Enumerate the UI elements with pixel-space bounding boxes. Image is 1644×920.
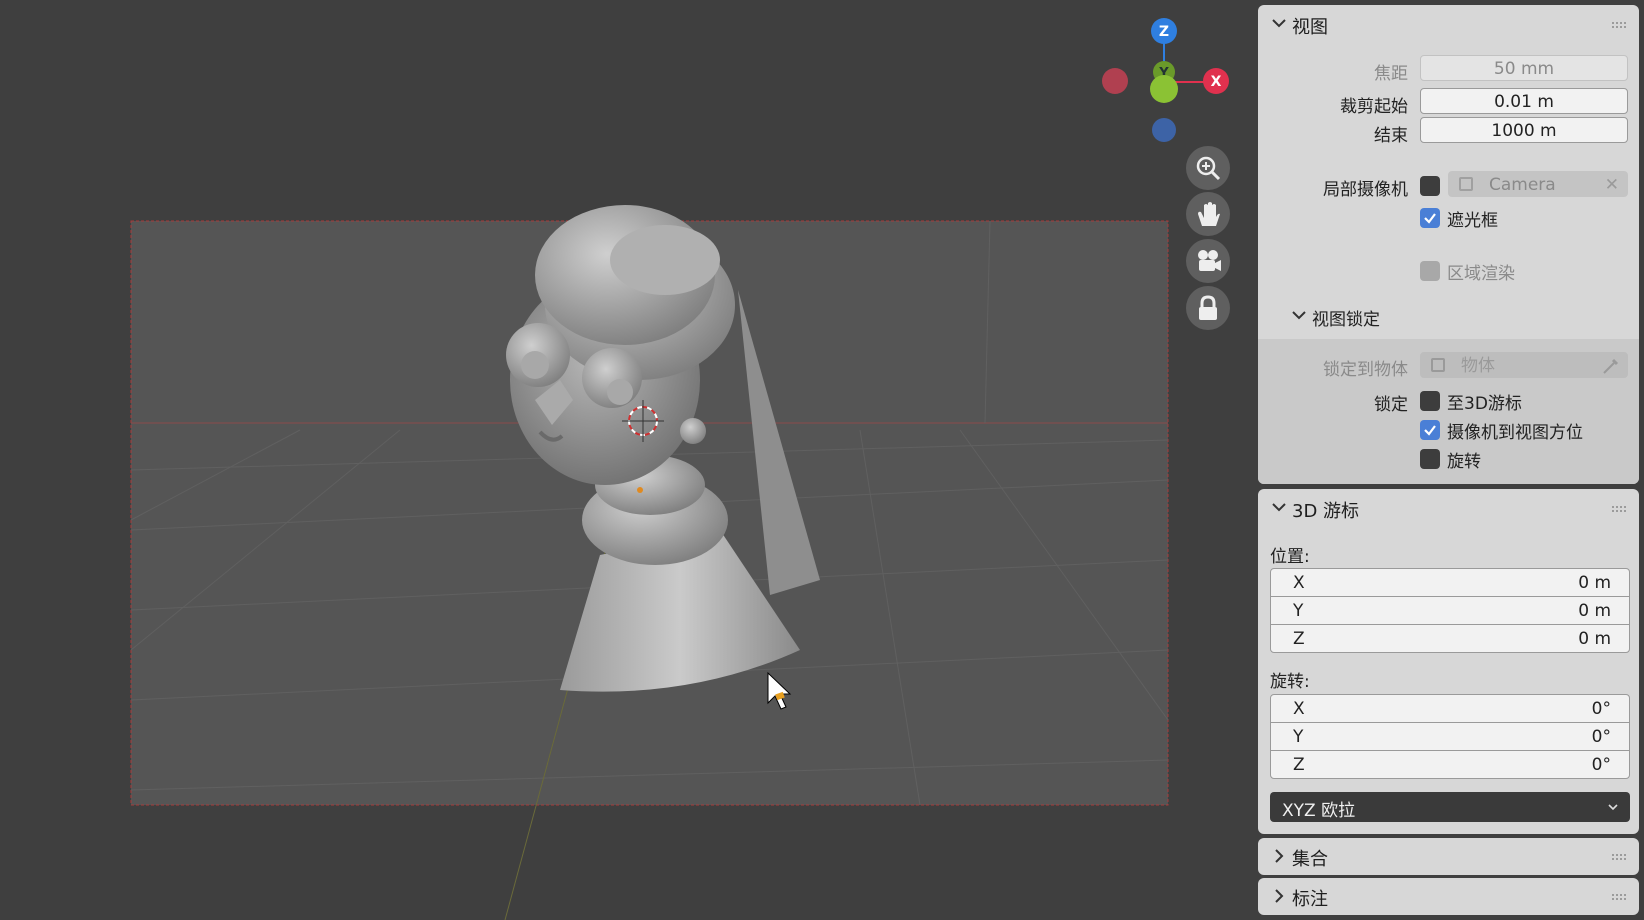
3d-cursor-panel-header[interactable]: 3D 游标: [1258, 489, 1639, 527]
axis-label: X: [1293, 573, 1305, 593]
axis-label: Z: [1293, 629, 1305, 649]
axis-label: Y: [1293, 727, 1304, 747]
checkmark-icon: [1424, 213, 1436, 224]
focal-length-field[interactable]: 50 mm: [1420, 55, 1628, 81]
chevron-right-icon: [1275, 889, 1284, 903]
camera-object-icon: [1459, 177, 1473, 191]
passepartout-label: 遮光框: [1447, 211, 1498, 231]
rotation-label: 旋转:: [1270, 672, 1310, 692]
collection-panel-title: 集合: [1292, 849, 1328, 870]
rotation-y-field[interactable]: Y 0°: [1270, 722, 1630, 751]
3d-cursor-panel: 3D 游标 位置: X 0 m Y 0 m Z 0 m 旋转: X 0° Y 0…: [1258, 489, 1639, 834]
lock-to-cursor-label: 至3D游标: [1447, 394, 1522, 414]
chevron-down-icon: [1292, 311, 1306, 320]
clip-start-field[interactable]: 0.01 m: [1420, 88, 1628, 114]
chevron-down-icon: [1608, 804, 1618, 811]
location-x-value: 0 m: [1578, 573, 1611, 593]
drag-grip-icon[interactable]: [1611, 893, 1627, 901]
local-camera-label: 局部摄像机: [1323, 180, 1408, 200]
view-lock-body: 锁定到物体 物体 锁定 至3D游标 摄像机到视图方位 旋转: [1258, 339, 1639, 484]
chevron-down-icon: [1272, 19, 1286, 28]
lock-icon: [1199, 295, 1217, 320]
clear-icon[interactable]: ✕: [1605, 172, 1619, 198]
lock-to-cursor-checkbox[interactable]: [1420, 391, 1440, 411]
zoom-icon: [1196, 156, 1221, 181]
axis-label: Z: [1293, 755, 1305, 775]
axis-label: Y: [1293, 601, 1304, 621]
rotation-x-value: 0°: [1591, 699, 1611, 719]
view-panel-title: 视图: [1292, 17, 1328, 38]
lock-button[interactable]: [1186, 286, 1230, 330]
rotation-mode-dropdown[interactable]: XYZ 欧拉: [1270, 792, 1630, 822]
location-y-value: 0 m: [1578, 601, 1611, 621]
location-label: 位置:: [1270, 547, 1310, 567]
view-panel-header[interactable]: 视图: [1258, 5, 1639, 43]
rotation-y-value: 0°: [1591, 727, 1611, 747]
rotation-mode-value: XYZ 欧拉: [1282, 801, 1356, 821]
focal-length-label: 焦距: [1374, 64, 1408, 84]
sidebar: 视图 焦距 50 mm 裁剪起始 0.01 m 结束 1000 m 局部摄像机 …: [1255, 0, 1644, 920]
rotation-x-field[interactable]: X 0°: [1270, 694, 1630, 723]
checkmark-icon: [1424, 425, 1436, 436]
lock-to-object-label: 锁定到物体: [1323, 360, 1408, 380]
camera-view-icon: [1198, 250, 1221, 271]
camera-to-view-checkbox[interactable]: [1420, 420, 1440, 440]
drag-grip-icon[interactable]: [1611, 21, 1627, 29]
3d-viewport[interactable]: Y Z X: [0, 0, 1255, 920]
3d-cursor-panel-title: 3D 游标: [1292, 501, 1360, 522]
gizmo-x-label: X: [1211, 74, 1222, 90]
chevron-right-icon: [1275, 849, 1284, 863]
annotation-panel-title: 标注: [1292, 889, 1328, 910]
view-lock-title: 视图锁定: [1312, 310, 1380, 330]
lock-label: 锁定: [1374, 395, 1408, 415]
drag-grip-icon[interactable]: [1611, 505, 1627, 513]
gizmo-neg-z: [1152, 118, 1176, 142]
lock-rotation-label: 旋转: [1447, 452, 1481, 472]
viewport-scene[interactable]: Y Z X: [0, 0, 1255, 920]
camera-view-button[interactable]: [1186, 239, 1230, 283]
local-camera-value: Camera: [1489, 175, 1556, 195]
view-panel: 视图 焦距 50 mm 裁剪起始 0.01 m 结束 1000 m 局部摄像机 …: [1258, 5, 1639, 484]
location-z-field[interactable]: Z 0 m: [1270, 624, 1630, 653]
object-icon: [1431, 358, 1445, 372]
collection-panel-header[interactable]: 集合: [1258, 838, 1639, 876]
zoom-button[interactable]: [1186, 146, 1230, 190]
annotation-panel[interactable]: 标注: [1258, 878, 1639, 915]
navigation-gizmo[interactable]: Y Z X: [1102, 18, 1229, 142]
rotation-z-value: 0°: [1591, 755, 1611, 775]
chevron-down-icon: [1272, 503, 1286, 512]
view-lock-subheader[interactable]: 视图锁定: [1258, 295, 1639, 335]
lock-rotation-checkbox[interactable]: [1420, 449, 1440, 469]
local-camera-field[interactable]: Camera ✕: [1448, 171, 1628, 197]
gizmo-neg-x: [1102, 68, 1128, 94]
collection-panel[interactable]: 集合: [1258, 838, 1639, 875]
location-x-field[interactable]: X 0 m: [1270, 568, 1630, 597]
lock-to-object-field[interactable]: 物体: [1420, 352, 1628, 378]
eyedropper-icon[interactable]: [1601, 356, 1621, 376]
clip-start-label: 裁剪起始: [1340, 97, 1408, 117]
location-z-value: 0 m: [1578, 629, 1611, 649]
gizmo-z-label: Z: [1159, 24, 1169, 40]
passepartout-checkbox[interactable]: [1420, 208, 1440, 228]
lock-to-object-placeholder: 物体: [1461, 356, 1495, 376]
region-render-checkbox[interactable]: [1420, 261, 1440, 281]
axis-label: X: [1293, 699, 1305, 719]
drag-grip-icon[interactable]: [1611, 853, 1627, 861]
pan-button[interactable]: [1186, 192, 1230, 236]
annotation-panel-header[interactable]: 标注: [1258, 878, 1639, 916]
region-render-label: 区域渲染: [1447, 264, 1515, 284]
gizmo-neg-y: [1150, 75, 1178, 103]
clip-end-field[interactable]: 1000 m: [1420, 117, 1628, 143]
hand-pan-icon: [1198, 202, 1220, 226]
local-camera-checkbox[interactable]: [1420, 176, 1440, 196]
location-y-field[interactable]: Y 0 m: [1270, 596, 1630, 625]
rotation-z-field[interactable]: Z 0°: [1270, 750, 1630, 779]
clip-end-label: 结束: [1374, 126, 1408, 146]
camera-to-view-label: 摄像机到视图方位: [1447, 423, 1583, 443]
